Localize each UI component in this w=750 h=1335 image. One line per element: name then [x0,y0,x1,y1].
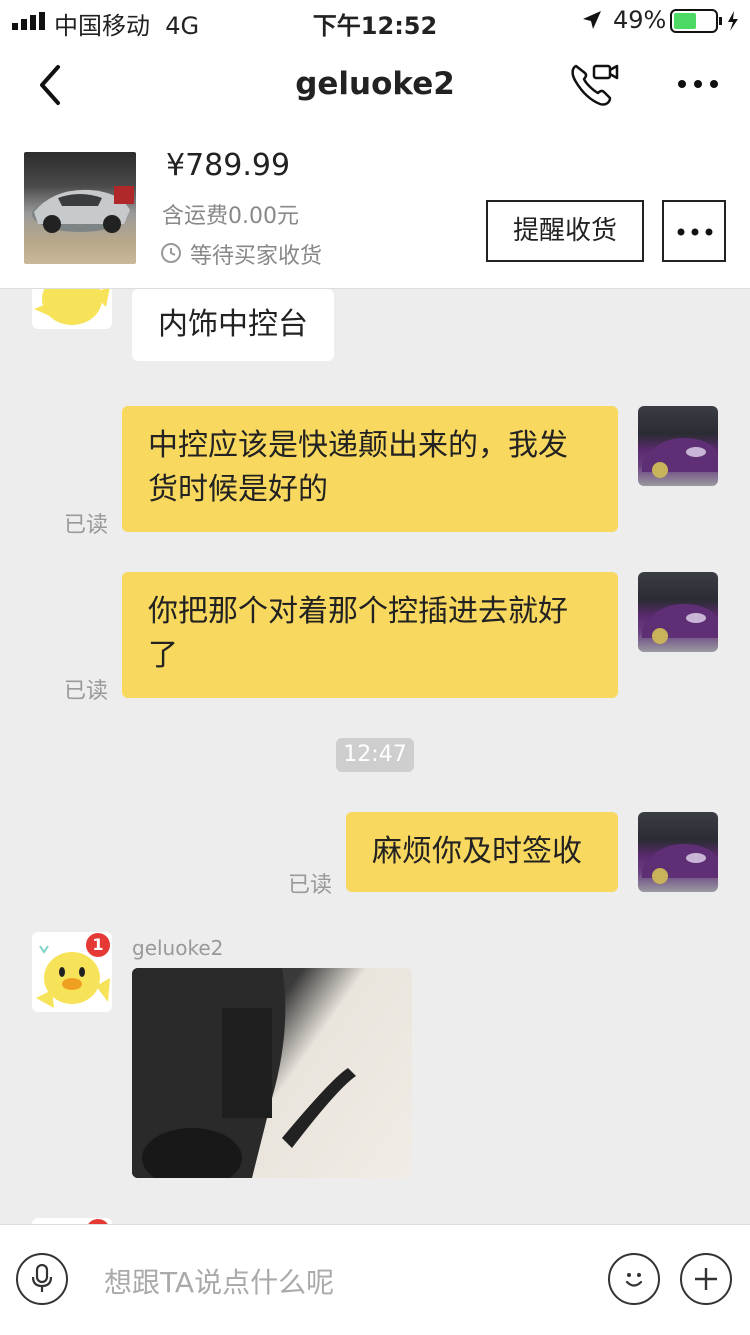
order-status: 等待买家收货 [190,244,323,269]
car-image [32,186,134,233]
duck-avatar-icon [34,289,110,325]
battery-icon [670,9,738,33]
product-thumbnail[interactable] [24,152,136,264]
message-timestamp: 12:47 [336,738,414,772]
product-card[interactable]: ¥789.99 含运费0.00元 等待买家收货 提醒收货 [0,130,750,289]
nav-bar: geluoke2 [0,40,750,130]
input-bar: 想跟TA说点什么呢 [0,1224,750,1335]
read-receipt: 已读 [64,679,109,704]
message-bubble-incoming[interactable]: 内饰中控台 [132,289,334,361]
photo-content [132,968,356,1178]
voice-button[interactable] [16,1253,68,1305]
chat-area: 内饰中控台 已读 中控应该是快递颠出来的，我发 货时候是好的 已读 你把那个对着… [0,289,750,1224]
purple-car-avatar-icon [642,603,718,644]
remind-receipt-button[interactable]: 提醒收货 [486,200,644,262]
location-icon [583,11,601,29]
message-line: 了 [148,638,178,673]
purple-car-avatar-icon [642,437,718,478]
clock-icon [161,243,181,263]
message-line: 中控应该是快递颠出来的，我发 [148,428,568,463]
message-line: 货时候是好的 [148,472,328,507]
plus-icon [695,1268,717,1290]
my-avatar[interactable] [638,406,718,486]
video-call-icon[interactable] [568,60,620,108]
sender-name: geluoke2 [132,936,224,960]
emoji-button[interactable] [608,1253,660,1305]
message-line: 你把那个对着那个控插进去就好 [148,594,568,629]
message-bubble-outgoing[interactable]: 中控应该是快递颠出来的，我发 货时候是好的 [122,406,618,532]
more-options-icon[interactable] [676,78,720,90]
image-message[interactable] [132,968,412,1178]
my-avatar[interactable] [638,572,718,652]
purple-car-avatar-icon [642,843,718,884]
message-input[interactable]: 想跟TA说点什么呢 [104,1261,334,1301]
avatar[interactable] [32,289,112,329]
unread-badge: 1 [86,933,110,957]
more-dots-icon [677,228,713,236]
order-more-button[interactable] [662,200,726,262]
chat-title: geluoke2 [295,66,455,102]
battery-percent: 49% [613,6,667,34]
add-button[interactable] [680,1253,732,1305]
smiley-icon [625,1273,643,1287]
shipping-fee: 含运费0.00元 [162,204,299,229]
message-bubble-outgoing[interactable]: 你把那个对着那个控插进去就好 了 [122,572,618,698]
status-bar: 中国移动 4G 下午12:52 49% [0,0,750,40]
product-price: ¥789.99 [166,148,291,183]
read-receipt: 已读 [288,873,333,898]
my-avatar[interactable] [638,812,718,892]
message-bubble-outgoing[interactable]: 麻烦你及时签收 [346,812,618,892]
microphone-icon [31,1264,53,1292]
read-receipt: 已读 [64,513,109,538]
